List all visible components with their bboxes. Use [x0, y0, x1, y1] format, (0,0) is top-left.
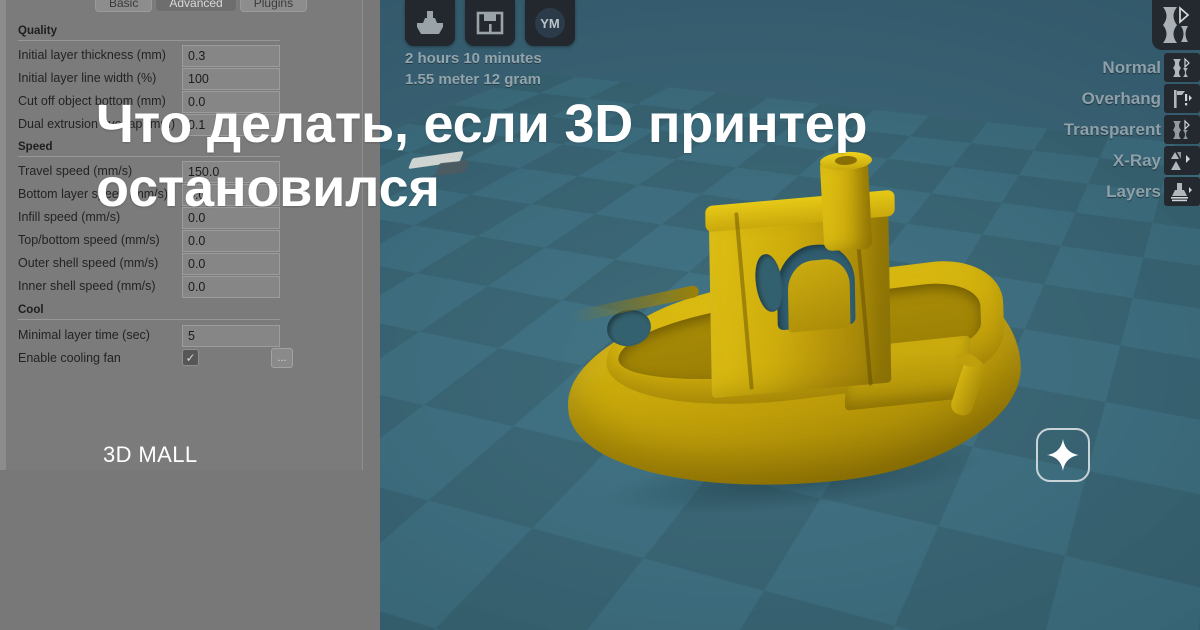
- sidebar-left-edge: [0, 0, 6, 470]
- sparkle-icon: [1047, 439, 1079, 471]
- setting-input[interactable]: 0.0: [182, 253, 280, 275]
- setting-label: Outer shell speed (mm/s): [18, 256, 159, 270]
- settings-tabs: Basic Advanced Plugins: [95, 0, 308, 12]
- group-rule-cool: [18, 319, 280, 320]
- settings-panel: Basic Advanced Plugins Quality Initial l…: [0, 0, 363, 470]
- cooling-fan-checkbox[interactable]: ✓: [182, 349, 199, 366]
- youmagine-label: YM: [540, 16, 560, 31]
- tab-plugins[interactable]: Plugins: [239, 0, 308, 12]
- view-mode-xray[interactable]: X-Ray: [1113, 146, 1200, 175]
- setting-label: Minimal layer time (sec): [18, 328, 150, 342]
- setting-label: Initial layer line width (%): [18, 71, 157, 85]
- view-mode-xray-label: X-Ray: [1112, 150, 1161, 170]
- tab-basic[interactable]: Basic: [95, 0, 153, 12]
- group-title-quality: Quality: [18, 25, 57, 37]
- youmagine-icon: YM: [535, 8, 565, 38]
- boat-cabin-window-inner: [787, 257, 851, 333]
- normal-view-icon: [1163, 6, 1190, 43]
- group-title-speed: Speed: [18, 141, 53, 153]
- setting-input[interactable]: 0.3: [182, 45, 280, 67]
- setting-label: Top/bottom speed (mm/s): [18, 233, 160, 247]
- transparent-mode-icon: [1164, 115, 1200, 144]
- view-mode-transparent-label: Transparent: [1063, 119, 1161, 139]
- top-toolbar: YM 2 hours 10 minutes 1.55 meter 12 gram: [405, 0, 575, 88]
- view-mode-normal-label: Normal: [1102, 57, 1161, 77]
- normal-mode-icon: [1164, 53, 1200, 82]
- setting-input[interactable]: 100: [182, 68, 280, 90]
- setting-input[interactable]: 0.0: [182, 230, 280, 252]
- setting-label: Initial layer thickness (mm): [18, 48, 166, 62]
- view-mode-overhang-label: Overhang: [1081, 88, 1161, 108]
- save-toolpath-button[interactable]: [465, 0, 515, 46]
- cooling-fan-more-button[interactable]: ...: [271, 348, 293, 368]
- view-mode-layers[interactable]: Layers: [1106, 177, 1200, 206]
- view-mode-panel: Normal Overhang Transparent X-Ray Layers: [1064, 0, 1200, 208]
- page-title: Что делать, если 3D принтер остановился: [96, 94, 868, 218]
- sparkle-badge[interactable]: [1036, 428, 1090, 482]
- overhang-mode-icon: [1164, 84, 1200, 113]
- floppy-disk-icon: [476, 11, 504, 35]
- setting-label: Enable cooling fan: [18, 351, 121, 365]
- load-model-icon: [417, 11, 443, 34]
- youmagine-button[interactable]: YM: [525, 0, 575, 46]
- group-title-cool: Cool: [18, 304, 44, 316]
- material-estimate: 1.55 meter 12 gram: [405, 71, 541, 88]
- setting-label: Inner shell speed (mm/s): [18, 279, 156, 293]
- view-mode-overhang[interactable]: Overhang: [1082, 84, 1200, 113]
- brand-watermark: 3D MALL: [103, 442, 198, 467]
- layers-mode-icon: [1164, 177, 1200, 206]
- tab-advanced[interactable]: Advanced: [155, 0, 237, 12]
- load-model-button[interactable]: [405, 0, 455, 46]
- group-rule-quality: [18, 40, 280, 41]
- setting-input[interactable]: 5: [182, 325, 280, 347]
- view-mode-normal[interactable]: Normal: [1102, 53, 1200, 82]
- setting-input[interactable]: 0.0: [182, 276, 280, 298]
- view-mode-toggle-button[interactable]: [1152, 0, 1200, 50]
- print-time-estimate: 2 hours 10 minutes: [405, 50, 542, 67]
- view-mode-transparent[interactable]: Transparent: [1064, 115, 1200, 144]
- view-mode-layers-label: Layers: [1106, 181, 1161, 201]
- xray-mode-icon: [1164, 146, 1200, 175]
